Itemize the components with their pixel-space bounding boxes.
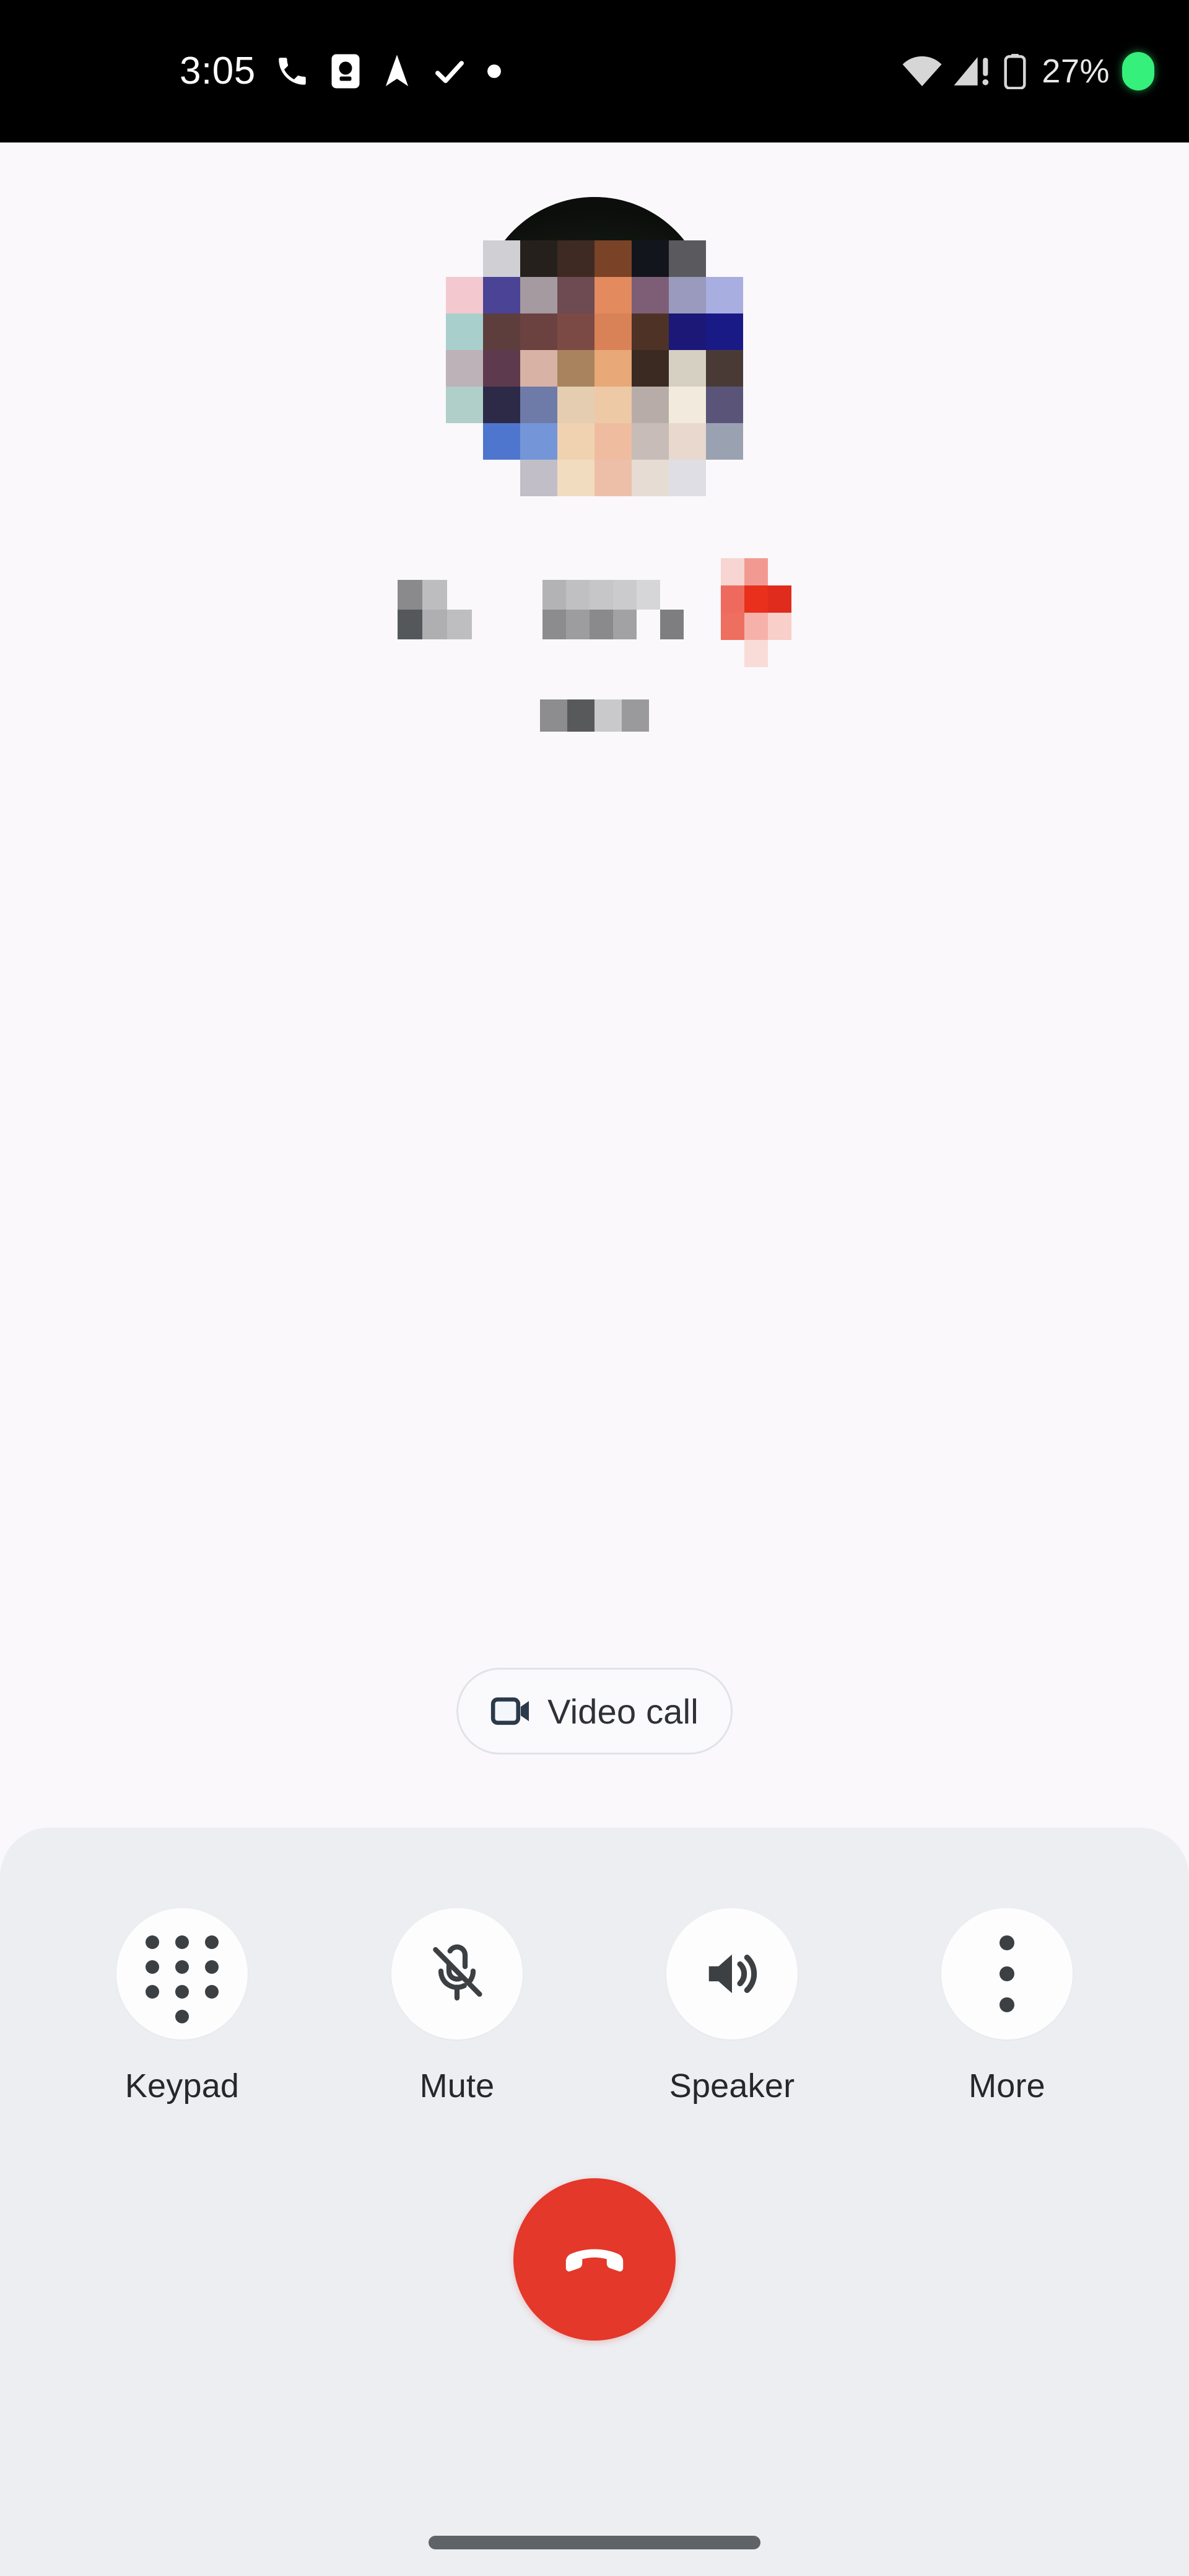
more-button[interactable]: More <box>914 1908 1100 2105</box>
status-bar-clock: 3:05 <box>180 50 256 92</box>
cellular-signal-warning-icon <box>954 57 989 85</box>
video-camera-icon <box>490 1697 529 1725</box>
video-call-button[interactable]: Video call <box>456 1668 733 1755</box>
contact-name-redaction-b <box>542 580 684 639</box>
speaker-button-label: Speaker <box>669 2067 795 2105</box>
keypad-button[interactable]: Keypad <box>89 1908 275 2105</box>
keypad-button-label: Keypad <box>124 2067 240 2105</box>
call-status-redaction <box>540 699 649 732</box>
status-bar-right-group: 27% <box>902 0 1154 142</box>
more-button-circle[interactable] <box>941 1908 1073 2039</box>
dot-icon <box>487 64 501 78</box>
mute-button[interactable]: Mute <box>364 1908 550 2105</box>
checkmark-icon <box>435 61 464 84</box>
mute-button-circle[interactable] <box>391 1908 523 2039</box>
status-bar-left-group: 3:05 <box>180 0 502 142</box>
wifi-icon <box>902 56 942 87</box>
avatar-pixelation-overlay <box>446 240 743 496</box>
navigation-bar <box>0 2509 1189 2576</box>
contact-name <box>334 553 855 677</box>
call-controls-panel: Keypad Mute Speaker More <box>0 1828 1189 2509</box>
battery-percent-label: 27% <box>1042 53 1110 90</box>
home-gesture-pill[interactable] <box>429 2536 760 2549</box>
call-controls-row: Keypad Mute Speaker More <box>0 1908 1189 2105</box>
keypad-button-circle[interactable] <box>116 1908 248 2039</box>
phone-call-screen: 3:05 27% Video call Keypad Mute Speaker … <box>0 0 1189 2576</box>
contact-card-icon <box>331 54 360 89</box>
call-end-icon <box>565 2249 624 2272</box>
more-vert-icon <box>1000 1935 1014 2012</box>
call-info-area: Video call <box>0 142 1189 1828</box>
contact-name-emoji-redaction <box>721 558 791 667</box>
privacy-indicator-dot <box>1122 52 1154 90</box>
mute-button-label: Mute <box>419 2067 495 2105</box>
speaker-button[interactable]: Speaker <box>639 1908 825 2105</box>
phone-in-call-icon <box>278 58 306 85</box>
end-call-button[interactable] <box>513 2178 676 2341</box>
volume-up-icon <box>708 1954 757 1994</box>
speaker-button-circle[interactable] <box>666 1908 798 2039</box>
avatar <box>446 197 743 496</box>
status-bar: 3:05 27% <box>0 0 1189 142</box>
more-button-label: More <box>969 2067 1045 2105</box>
mic-off-icon <box>433 1944 482 2001</box>
dialpad-icon <box>146 1935 219 2023</box>
battery-icon <box>1004 54 1026 89</box>
contact-name-redaction-a <box>398 580 472 639</box>
navigation-arrow-icon <box>385 55 408 87</box>
video-call-label: Video call <box>547 1691 699 1731</box>
